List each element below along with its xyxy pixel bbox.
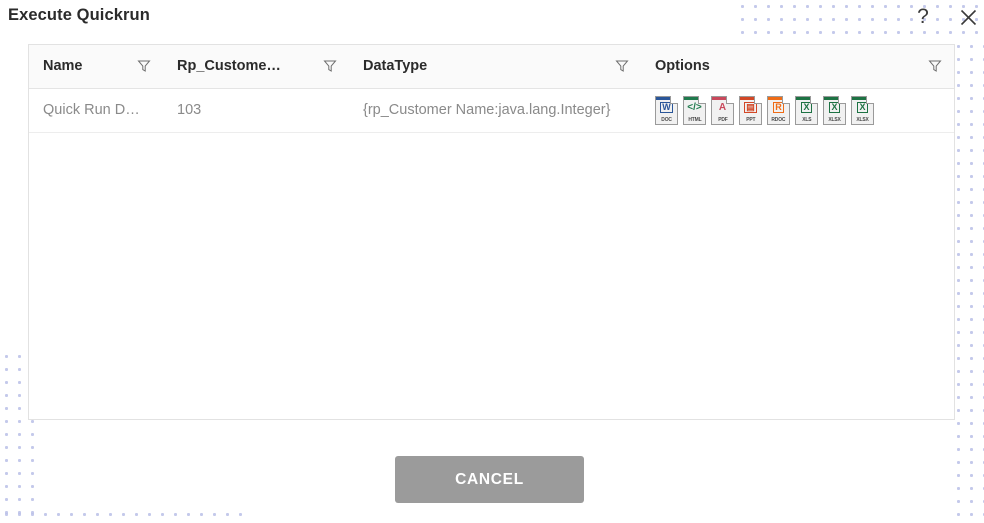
export-xlsx-icon[interactable]: X XLSX — [823, 95, 846, 125]
cell-name: Quick Run D… — [29, 88, 163, 133]
column-header-options-label: Options — [655, 58, 710, 75]
help-icon-glyph: ? — [917, 5, 929, 28]
help-icon[interactable]: ? — [908, 2, 938, 32]
file-icon-glyph: R — [773, 102, 784, 113]
export-rdoc-icon[interactable]: R RDOC — [767, 95, 790, 125]
file-icon-glyph: X — [801, 102, 812, 113]
decorative-dots-bottom-strip — [0, 508, 250, 523]
export-format-icon-list: W DOC </> HTML A PDF ▤ PPT R RDOC X XLS X XLSX X XLSX — [655, 95, 954, 125]
cell-options: W DOC </> HTML A PDF ▤ PPT R RDOC X XLS X XLSX X XLSX — [641, 88, 954, 133]
export-xlsx-alt-icon[interactable]: X XLSX — [851, 95, 874, 125]
quickrun-parameters-grid: Name Rp_Custome… DataType Options Quick … — [28, 44, 955, 420]
column-header-datatype-label: DataType — [363, 58, 428, 75]
file-icon-glyph: X — [857, 102, 868, 113]
export-html-icon[interactable]: </> HTML — [683, 95, 706, 125]
column-header-parameter-label: Rp_Custome… — [177, 58, 281, 75]
filter-icon[interactable] — [615, 59, 629, 73]
file-icon-label: XLSX — [828, 116, 841, 123]
file-icon-label: RDOC — [771, 116, 786, 123]
cell-parameter-value: 103 — [163, 88, 349, 133]
file-icon-glyph: ▤ — [744, 102, 757, 113]
file-icon-glyph: X — [829, 102, 840, 113]
column-header-options: Options — [641, 45, 954, 89]
decorative-dots-right-edge — [952, 40, 984, 523]
file-icon-glyph: A — [718, 101, 727, 113]
cancel-button[interactable]: CANCEL — [395, 456, 584, 503]
filter-icon[interactable] — [137, 59, 151, 73]
file-icon-label: XLS — [801, 116, 812, 123]
file-icon-label: PDF — [717, 116, 728, 123]
page-title: Execute Quickrun — [8, 6, 150, 24]
cell-datatype: {rp_Customer Name:java.lang.Integer} — [349, 88, 641, 133]
filter-icon[interactable] — [323, 59, 337, 73]
dialog-titlebar: Execute Quickrun ? — [0, 0, 984, 36]
file-icon-label: XLSX — [856, 116, 869, 123]
export-ppt-icon[interactable]: ▤ PPT — [739, 95, 762, 125]
close-icon[interactable] — [953, 2, 983, 32]
file-icon-label: PPT — [745, 116, 756, 123]
column-header-parameter: Rp_Custome… — [163, 45, 349, 89]
column-header-name-label: Name — [43, 58, 83, 75]
file-icon-label: HTML — [687, 116, 702, 123]
file-icon-glyph: W — [660, 102, 673, 113]
export-pdf-icon[interactable]: A PDF — [711, 95, 734, 125]
file-icon-glyph: </> — [687, 101, 702, 113]
export-doc-icon[interactable]: W DOC — [655, 95, 678, 125]
column-header-name: Name — [29, 45, 163, 89]
file-icon-label: DOC — [661, 116, 672, 123]
export-xls-icon[interactable]: X XLS — [795, 95, 818, 125]
table-header-row: Name Rp_Custome… DataType Options — [29, 45, 954, 89]
filter-icon[interactable] — [928, 59, 942, 73]
column-header-datatype: DataType — [349, 45, 641, 89]
table-row[interactable]: Quick Run D… 103 {rp_Customer Name:java.… — [29, 88, 954, 133]
